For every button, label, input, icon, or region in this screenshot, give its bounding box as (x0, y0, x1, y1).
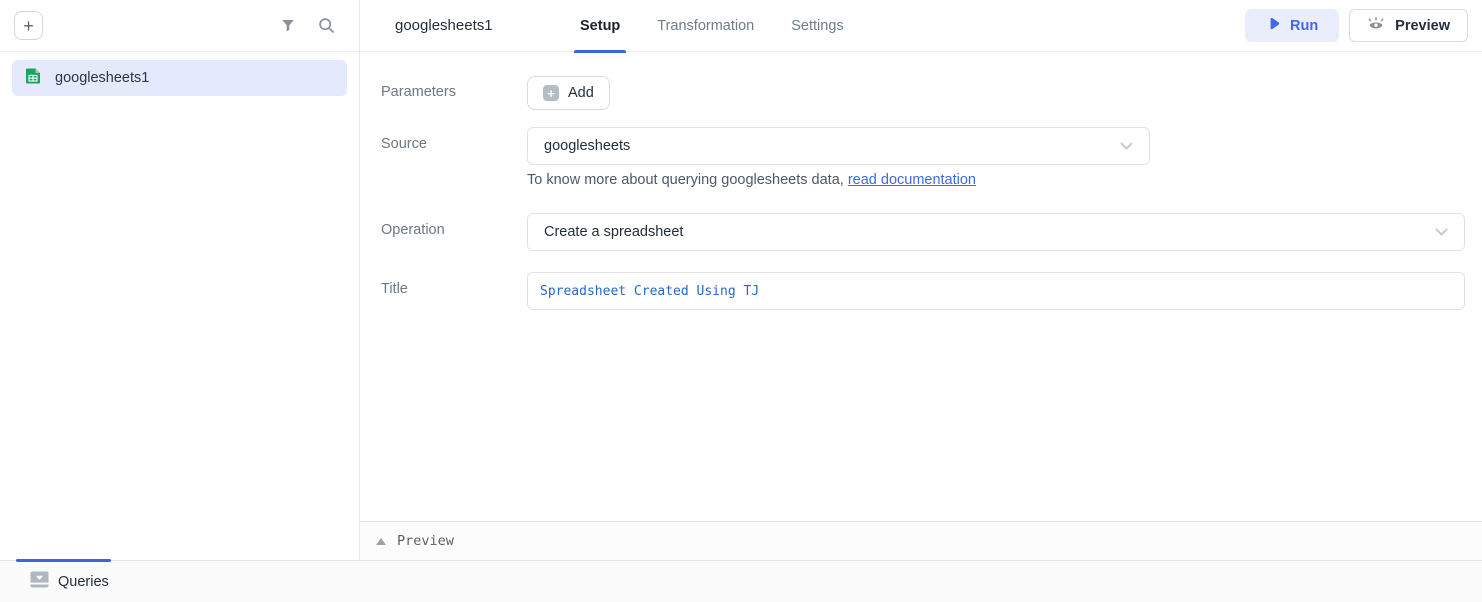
operation-row: Operation Create a spreadsheet (381, 213, 1465, 251)
parameters-row: Parameters + Add (381, 76, 1465, 110)
search-icon[interactable] (318, 17, 335, 34)
header-actions: Run Preview (1245, 9, 1468, 42)
title-input[interactable]: Spreadsheet Created Using TJ (527, 272, 1465, 310)
preview-button[interactable]: Preview (1349, 9, 1468, 42)
operation-select-value: Create a spreadsheet (544, 224, 683, 240)
plus-icon: + (543, 85, 559, 101)
preview-button-label: Preview (1395, 18, 1450, 34)
tab-settings[interactable]: Settings (791, 0, 843, 52)
title-label: Title (381, 272, 527, 297)
source-select-value: googlesheets (544, 138, 630, 154)
source-helper-prefix: To know more about querying googlesheets… (527, 172, 848, 188)
googlesheets-icon (24, 67, 42, 90)
operation-select[interactable]: Create a spreadsheet (527, 213, 1465, 251)
query-item-label: googlesheets1 (55, 70, 149, 86)
filter-icon[interactable] (280, 18, 296, 34)
preview-panel-toggle[interactable]: Preview (360, 521, 1482, 560)
query-editor-panel: googlesheets1 Setup Transformation Setti… (360, 0, 1482, 560)
play-icon (1266, 16, 1281, 35)
chevron-up-icon (376, 538, 386, 545)
query-editor-header: googlesheets1 Setup Transformation Setti… (360, 0, 1482, 52)
add-parameter-button[interactable]: + Add (527, 76, 610, 110)
run-button-label: Run (1290, 18, 1318, 34)
chevron-down-icon (1120, 138, 1133, 154)
tab-transformation[interactable]: Transformation (657, 0, 754, 52)
sidebar-header: + (0, 0, 359, 52)
plus-icon: + (23, 17, 34, 35)
query-list: googlesheets1 (0, 52, 359, 104)
bottom-panel-bar: Queries (0, 560, 1482, 602)
source-helper-text: To know more about querying googlesheets… (527, 172, 1150, 188)
operation-label: Operation (381, 213, 527, 238)
source-field-column: googlesheets To know more about querying… (527, 127, 1150, 188)
setup-form: Parameters + Add Source googlesheets To … (360, 52, 1482, 310)
query-name: googlesheets1 (395, 17, 580, 34)
queries-active-indicator (16, 559, 111, 562)
query-list-item-googlesheets1[interactable]: googlesheets1 (12, 60, 347, 96)
read-documentation-link[interactable]: read documentation (848, 172, 976, 188)
tab-setup[interactable]: Setup (580, 0, 620, 52)
source-select[interactable]: googlesheets (527, 127, 1150, 165)
eye-icon (1367, 16, 1385, 36)
query-sidebar: + googlesheets1 (0, 0, 360, 560)
source-label: Source (381, 127, 527, 152)
queries-panel-label: Queries (58, 574, 109, 590)
title-input-value: Spreadsheet Created Using TJ (540, 284, 759, 299)
source-row: Source googlesheets To know more about q… (381, 127, 1465, 188)
queries-panel-toggle[interactable]: Queries (30, 571, 109, 593)
run-button[interactable]: Run (1245, 9, 1339, 42)
chevron-down-icon (1435, 224, 1448, 240)
editor-tabs: Setup Transformation Settings (580, 0, 844, 52)
add-query-button[interactable]: + (14, 11, 43, 40)
preview-panel-label: Preview (397, 533, 454, 549)
parameters-label: Parameters (381, 76, 527, 100)
title-row: Title Spreadsheet Created Using TJ (381, 272, 1465, 310)
add-parameter-label: Add (568, 85, 594, 101)
queries-panel-icon (30, 571, 49, 593)
